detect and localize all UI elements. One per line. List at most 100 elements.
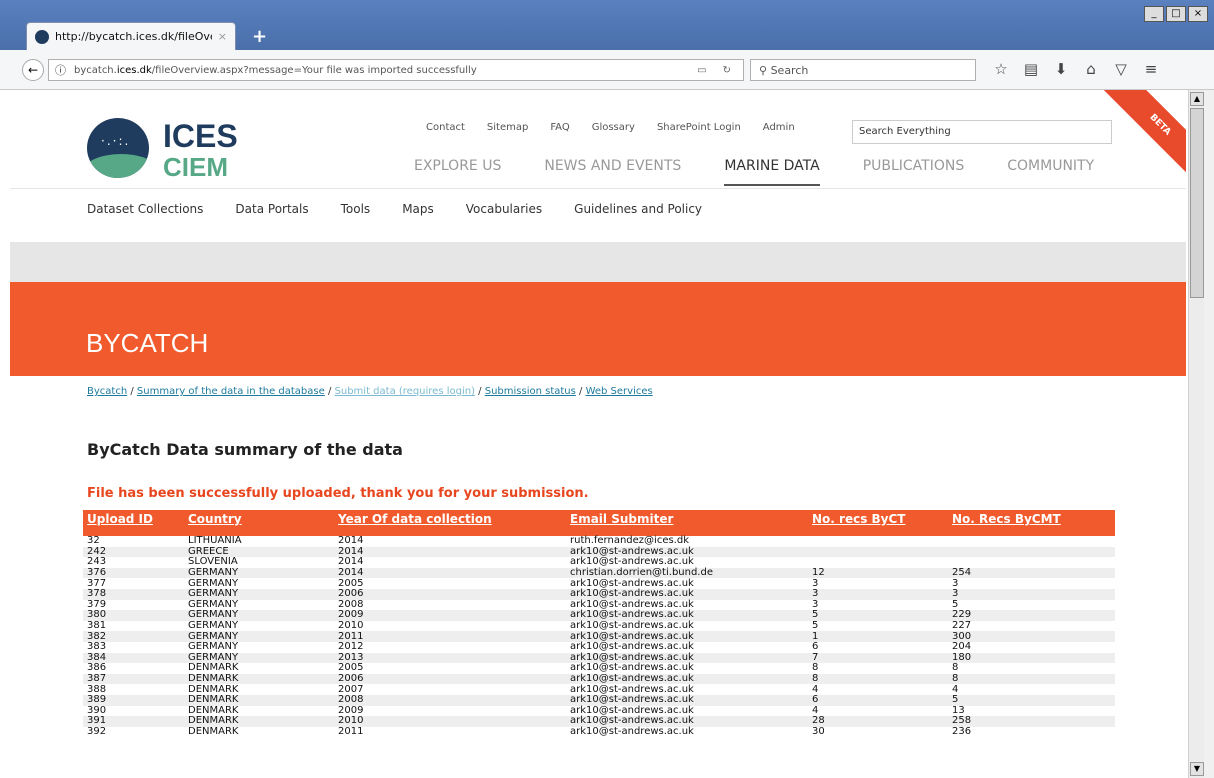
cell-recs-bycmt (948, 557, 1115, 568)
scrollbar-thumb[interactable] (1190, 108, 1204, 298)
success-message: File has been successfully uploaded, tha… (87, 486, 589, 501)
subnav-maps[interactable]: Maps (402, 202, 434, 216)
cell-recs-byct (808, 536, 948, 547)
cell-recs-byct: 12 (808, 568, 948, 579)
cell-recs-bycmt: 229 (948, 610, 1115, 621)
nav-publications[interactable]: PUBLICATIONS (863, 158, 965, 186)
cell-recs-bycmt: 236 (952, 725, 972, 737)
top-link-sharepoint-login[interactable]: SharePoint Login (657, 122, 741, 133)
nav-explore-us[interactable]: EXPLORE US (414, 158, 501, 186)
cell-recs-byct: 5 (812, 620, 819, 632)
address-bar[interactable]: ⓘ bycatch.ices.dk/fileOverview.aspx?mess… (48, 59, 744, 81)
cell-recs-bycmt: 258 (948, 716, 1115, 727)
cell-recs-bycmt: 8 (948, 674, 1115, 685)
page-title: ByCatch Data summary of the data (87, 440, 403, 459)
cell-year: 2010 (338, 620, 364, 632)
header-country[interactable]: Country (184, 510, 334, 536)
nav-marine-data[interactable]: MARINE DATA (724, 158, 820, 186)
breadcrumb: Bycatch / Summary of the data in the dat… (87, 386, 653, 397)
subnav-data-portals[interactable]: Data Portals (235, 202, 308, 216)
scroll-down-icon[interactable]: ▼ (1190, 762, 1204, 776)
cell-year: 2014 (338, 556, 364, 568)
cell-upload-id: 378 (83, 589, 184, 600)
close-window-button[interactable]: × (1188, 6, 1208, 22)
cell-recs-byct: 30 (812, 725, 825, 737)
breadcrumb-submission-status[interactable]: Submission status (485, 386, 576, 397)
ices-logo[interactable]: ·.·:. ICES CIEM (87, 118, 247, 182)
subnav-vocabularies[interactable]: Vocabularies (466, 202, 542, 216)
cell-recs-bycmt: 254 (948, 568, 1115, 579)
cell-email: ruth.fernandez@ices.dk (570, 535, 690, 547)
subnav-guidelines-and-policy[interactable]: Guidelines and Policy (574, 202, 702, 216)
reader-view-icon[interactable]: ▭ (697, 65, 706, 76)
breadcrumb-web-services[interactable]: Web Services (586, 386, 653, 397)
cell-recs-byct: 5 (808, 610, 948, 621)
cell-upload-id: 32 (87, 535, 100, 547)
header-year[interactable]: Year Of data collection (334, 510, 566, 536)
cell-country: GERMANY (184, 589, 334, 600)
vertical-scrollbar[interactable]: ▲ ▼ (1188, 90, 1204, 778)
breadcrumb-summary[interactable]: Summary of the data in the database (137, 386, 325, 397)
top-link-admin[interactable]: Admin (763, 122, 795, 133)
table-body: 32 LITHUANIA 2014 ruth.fernandez@ices.dk 242… (83, 536, 1115, 737)
browser-search-input[interactable]: ⚲ Search (750, 59, 976, 81)
pocket-icon[interactable]: ▽ (1106, 60, 1136, 78)
table-row: 387 DENMARK 2006 ark10@st-andrews.ac.uk 8 8 (83, 674, 1115, 685)
browser-toolbar: ← ⓘ bycatch.ices.dk/fileOverview.aspx?me… (0, 50, 1214, 90)
cell-country: LITHUANIA (188, 535, 242, 547)
hero-banner: BYCATCH (10, 282, 1186, 376)
reload-icon[interactable]: ↻ (723, 65, 731, 76)
cell-recs-byct: 8 (808, 674, 948, 685)
cell-recs-byct (808, 546, 948, 558)
cell-country: DENMARK (184, 695, 334, 706)
cell-recs-bycmt: 180 (948, 653, 1115, 664)
logo-text-bottom: CIEM (163, 152, 228, 182)
tab-close-icon[interactable]: × (218, 30, 227, 43)
top-link-glossary[interactable]: Glossary (592, 122, 635, 133)
bookmark-star-icon[interactable]: ☆ (986, 60, 1016, 78)
minimize-button[interactable]: _ (1144, 6, 1164, 22)
top-link-faq[interactable]: FAQ (550, 122, 569, 133)
cell-recs-byct: 4 (812, 683, 819, 695)
site-search-input[interactable]: Search Everything (852, 120, 1112, 144)
cell-email: ark10@st-andrews.ac.uk (566, 674, 808, 685)
summary-table: Upload ID Country Year Of data collectio… (83, 510, 1115, 737)
info-icon[interactable]: ⓘ (55, 62, 66, 78)
nav-community[interactable]: COMMUNITY (1007, 158, 1094, 186)
cell-recs-bycmt: 5 (952, 598, 959, 610)
scroll-up-icon[interactable]: ▲ (1190, 92, 1204, 106)
header-recs-byct[interactable]: No. recs ByCT (808, 510, 948, 536)
nav-news-and-events[interactable]: NEWS AND EVENTS (544, 158, 681, 186)
cell-upload-id: 381 (87, 620, 107, 632)
maximize-button[interactable]: □ (1166, 6, 1186, 22)
top-link-contact[interactable]: Contact (426, 122, 465, 133)
cell-year: 2010 (334, 716, 566, 727)
cell-email: ark10@st-andrews.ac.uk (570, 620, 694, 632)
library-icon[interactable]: ▤ (1016, 60, 1046, 78)
breadcrumb-bycatch[interactable]: Bycatch (87, 386, 127, 397)
cell-recs-bycmt: 3 (952, 577, 959, 589)
home-icon[interactable]: ⌂ (1076, 60, 1106, 78)
header-upload-id[interactable]: Upload ID (83, 510, 184, 536)
subnav-dataset-collections[interactable]: Dataset Collections (87, 202, 203, 216)
table-row: 32 LITHUANIA 2014 ruth.fernandez@ices.dk (83, 536, 1115, 547)
cell-email: ark10@st-andrews.ac.uk (570, 641, 694, 653)
table-header-row: Upload ID Country Year Of data collectio… (83, 510, 1115, 536)
subnav-tools[interactable]: Tools (341, 202, 371, 216)
hero-title: BYCATCH (86, 328, 209, 358)
cell-recs-byct: 4 (812, 704, 819, 716)
cell-recs-byct: 6 (812, 641, 819, 653)
top-link-sitemap[interactable]: Sitemap (487, 122, 528, 133)
breadcrumb-submit-data[interactable]: Submit data (requires login) (335, 386, 475, 397)
browser-tab[interactable]: http://bycatch.ices.dk/fileOverv × (26, 22, 236, 50)
menu-icon[interactable]: ≡ (1136, 60, 1166, 78)
cell-recs-byct: 1 (808, 631, 948, 642)
header-email[interactable]: Email Submiter (566, 510, 808, 536)
header-recs-bycmt[interactable]: No. Recs ByCMT (948, 510, 1115, 536)
new-tab-button[interactable]: + (252, 26, 267, 47)
cell-country: GERMANY (184, 568, 334, 579)
download-icon[interactable]: ⬇ (1046, 60, 1076, 78)
cell-email: ark10@st-andrews.ac.uk (566, 695, 808, 706)
back-arrow-icon[interactable]: ← (22, 59, 44, 81)
cell-year: 2014 (338, 535, 364, 547)
